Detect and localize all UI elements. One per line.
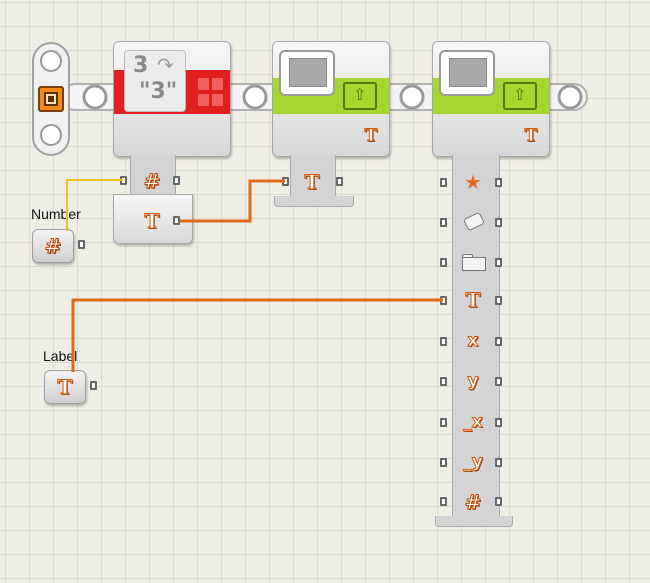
plug-folder-out[interactable] <box>495 258 502 267</box>
number-icon: # <box>464 490 482 515</box>
x-icon: x <box>467 331 479 352</box>
start-square-icon[interactable] <box>38 86 64 112</box>
number-to-text-block[interactable]: 3 ↷ "3" <box>113 41 231 157</box>
display-block-foot <box>435 516 513 527</box>
plug-star-out[interactable] <box>495 178 502 187</box>
number-to-text-icon: 3 ↷ "3" <box>124 50 186 112</box>
number-input-plug[interactable] <box>120 176 127 185</box>
upload-icon-2: ⇧ <box>503 82 537 110</box>
star-icon: ★ <box>465 173 481 193</box>
plug-eraser-in[interactable] <box>440 218 447 227</box>
plug-star-in[interactable] <box>440 178 447 187</box>
text-icon: T <box>465 288 481 313</box>
plug-x-in[interactable] <box>440 337 447 346</box>
text-output-glyph: T <box>144 209 160 234</box>
number-constant-glyph: # <box>44 234 62 259</box>
number-input-glyph: # <box>143 169 161 194</box>
text-block-corner-glyph: T <box>364 126 378 147</box>
display-block-corner-glyph: T <box>524 126 538 147</box>
label-constant-output-plug[interactable] <box>90 381 97 390</box>
text-input-plug[interactable] <box>282 177 289 186</box>
plug-y-in[interactable] <box>440 377 447 386</box>
number-constant-label: Number <box>31 206 81 222</box>
number-constant-output-plug[interactable] <box>78 240 85 249</box>
plug-text-out[interactable] <box>495 296 502 305</box>
plug-folder-in[interactable] <box>440 258 447 267</box>
monitor-icon-2 <box>439 50 495 96</box>
plug-number-in[interactable] <box>440 497 447 506</box>
convert-arrow-icon: ↷ <box>157 53 174 77</box>
upload-icon: ⇧ <box>343 82 377 110</box>
text-block-foot <box>274 196 354 207</box>
text-block-output-plug[interactable] <box>336 177 343 186</box>
y-icon: y <box>467 371 479 392</box>
convert-number-label: 3 <box>133 53 149 78</box>
plug-x-out[interactable] <box>495 337 502 346</box>
plug-end-x-in[interactable] <box>440 418 447 427</box>
plug-end-y-out[interactable] <box>495 458 502 467</box>
folder-icon <box>461 252 486 271</box>
plug-text-in[interactable] <box>440 296 447 305</box>
text-display-block[interactable]: ⇧ T <box>272 41 390 157</box>
display-block[interactable]: ⇧ T <box>432 41 550 157</box>
plug-number-out[interactable] <box>495 497 502 506</box>
label-constant-label: Label <box>43 348 78 364</box>
label-constant-glyph: T <box>57 375 73 400</box>
start-block[interactable] <box>32 42 70 156</box>
convert-text-label: "3" <box>139 79 178 104</box>
label-constant-block[interactable]: T <box>44 370 86 404</box>
plug-end-y-in[interactable] <box>440 458 447 467</box>
text-output-plug[interactable] <box>173 216 180 225</box>
plug-y-out[interactable] <box>495 377 502 386</box>
start-bottom-port <box>40 124 62 146</box>
convert-grid-icon <box>198 78 224 108</box>
start-top-port <box>40 50 62 72</box>
end-y-icon: _y <box>463 452 484 473</box>
monitor-icon <box>279 50 335 96</box>
eraser-icon <box>462 211 485 232</box>
number-constant-block[interactable]: # <box>32 229 74 263</box>
plug-end-x-out[interactable] <box>495 418 502 427</box>
text-input-glyph: T <box>304 170 320 195</box>
plug-eraser-out[interactable] <box>495 218 502 227</box>
end-x-icon: _x <box>463 412 483 433</box>
number-output-plug[interactable] <box>173 176 180 185</box>
